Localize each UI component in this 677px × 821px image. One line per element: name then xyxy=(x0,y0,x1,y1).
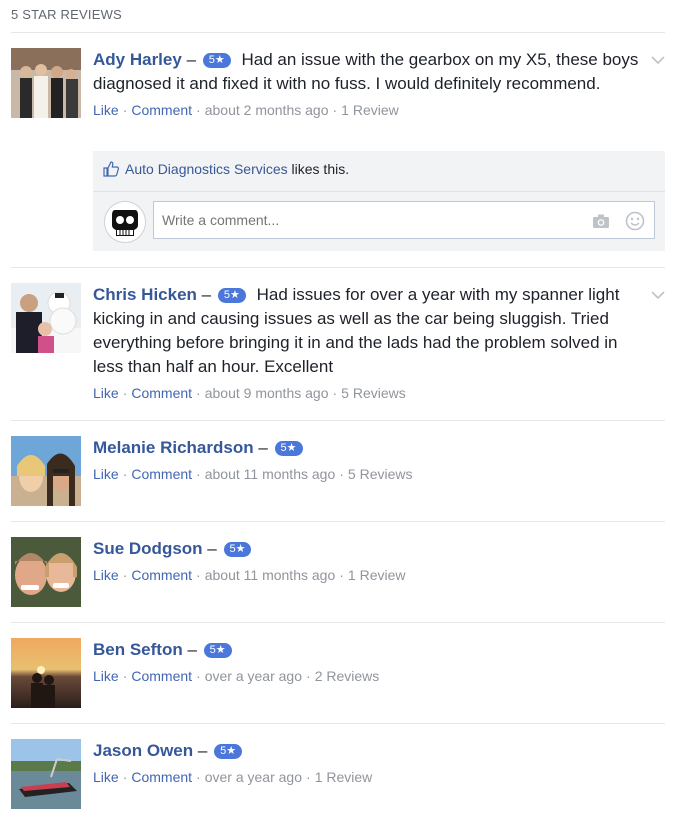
like-link[interactable]: Like xyxy=(93,385,119,401)
reviewer-name-link[interactable]: Ady Harley xyxy=(93,50,182,69)
dash: – xyxy=(201,285,212,304)
likes-and-comment-box: Auto Diagnostics Services likes this. xyxy=(93,151,665,251)
review-meta: Like · Comment · about 11 months ago · 5 Revie… xyxy=(93,466,413,482)
review-meta: Like · Comment · about 11 months ago · 1 Revie… xyxy=(93,567,406,583)
reviewer-name-link[interactable]: Sue Dodgson xyxy=(93,539,203,558)
dash: – xyxy=(197,741,208,760)
review-item: Melanie Richardson – 5★ Like · Comment · abo… xyxy=(11,421,665,522)
review-item: Ben Sefton – 5★ Like · Comment · over a year… xyxy=(11,623,665,724)
reviewer-name-link[interactable]: Ben Sefton xyxy=(93,640,183,659)
timestamp[interactable]: over a year ago xyxy=(205,668,302,684)
review-count[interactable]: 1 Review xyxy=(315,769,373,785)
review-item: Sue Dodgson – 5★ Like · Comment · about 11 m… xyxy=(11,522,665,623)
avatar-image xyxy=(11,48,81,118)
avatar[interactable] xyxy=(11,436,81,506)
rating-badge: 5★ xyxy=(223,542,252,557)
reviewer-name-link[interactable]: Melanie Richardson xyxy=(93,438,254,457)
comment-link[interactable]: Comment xyxy=(131,567,192,583)
avatar[interactable] xyxy=(11,638,81,708)
avatar[interactable] xyxy=(11,283,81,353)
dash: – xyxy=(187,640,197,659)
avatar-image xyxy=(11,283,81,353)
timestamp[interactable]: about 2 months ago xyxy=(205,102,329,118)
section-title: 5 STAR REVIEWS xyxy=(11,7,122,22)
review-meta: Like · Comment · over a year ago · 2 Reviews xyxy=(93,668,380,684)
review-text: Ben Sefton – 5★ xyxy=(93,638,645,662)
review-text: Sue Dodgson – 5★ xyxy=(93,537,645,561)
review-item: Chris Hicken – 5★ Had issues for over a … xyxy=(11,268,665,421)
avatar-image xyxy=(11,638,81,708)
review-text: Melanie Richardson – 5★ xyxy=(93,436,645,460)
review-item: Jason Owen – 5★ Like · Comment · over a year… xyxy=(11,724,665,821)
divider xyxy=(93,191,665,192)
avatar[interactable] xyxy=(11,739,81,809)
comment-link[interactable]: Comment xyxy=(131,466,192,482)
review-count[interactable]: 5 Reviews xyxy=(348,466,413,482)
comment-link[interactable]: Comment xyxy=(131,668,192,684)
timestamp[interactable]: about 9 months ago xyxy=(205,385,329,401)
review-count[interactable]: 1 Review xyxy=(341,102,399,118)
like-link[interactable]: Like xyxy=(93,567,119,583)
comment-link[interactable]: Comment xyxy=(131,385,192,401)
like-link[interactable]: Like xyxy=(93,466,119,482)
rating-badge: 5★ xyxy=(203,643,232,658)
dash: – xyxy=(258,438,268,457)
avatar-image xyxy=(11,537,81,607)
chevron-down-icon[interactable] xyxy=(651,290,665,300)
smiley-icon[interactable] xyxy=(625,211,645,231)
likes-suffix: likes this. xyxy=(291,161,350,177)
review-item: Ady Harley – 5★ Had an issue with the ge… xyxy=(11,33,665,268)
review-text: Chris Hicken – 5★ Had issues for over a … xyxy=(93,283,645,379)
review-count[interactable]: 1 Review xyxy=(348,567,406,583)
comment-link[interactable]: Comment xyxy=(131,769,192,785)
review-meta: Like · Comment · over a year ago · 1 Review xyxy=(93,769,373,785)
liked-by-page-link[interactable]: Auto Diagnostics Services xyxy=(125,161,288,177)
dash: – xyxy=(207,539,217,558)
review-meta: Like · Comment · about 2 months ago · 1 Review xyxy=(93,102,399,118)
avatar[interactable] xyxy=(11,537,81,607)
reviewer-name-link[interactable]: Chris Hicken xyxy=(93,285,197,304)
review-meta: Like · Comment · about 9 months ago · 5 Review… xyxy=(93,385,406,401)
dash: – xyxy=(186,50,197,69)
rating-badge: 5★ xyxy=(217,288,246,303)
rating-badge: 5★ xyxy=(274,441,303,456)
review-text: Jason Owen – 5★ xyxy=(93,739,645,763)
rating-badge: 5★ xyxy=(214,744,243,759)
avatar-image xyxy=(11,436,81,506)
camera-icon[interactable] xyxy=(591,211,611,231)
timestamp[interactable]: about 11 months ago xyxy=(205,466,336,482)
like-link[interactable]: Like xyxy=(93,668,119,684)
avatar-image xyxy=(11,739,81,809)
reviewer-name-link[interactable]: Jason Owen xyxy=(93,741,193,760)
like-link[interactable]: Like xyxy=(93,769,119,785)
review-count[interactable]: 5 Reviews xyxy=(341,385,406,401)
timestamp[interactable]: over a year ago xyxy=(205,769,302,785)
avatar[interactable] xyxy=(11,48,81,118)
chevron-down-icon[interactable] xyxy=(651,55,665,65)
rating-badge: 5★ xyxy=(202,53,231,68)
review-text: Ady Harley – 5★ Had an issue with the ge… xyxy=(93,48,645,96)
review-count[interactable]: 2 Reviews xyxy=(315,668,380,684)
likes-summary: Auto Diagnostics Services likes this. xyxy=(103,159,349,179)
timestamp[interactable]: about 11 months ago xyxy=(205,567,336,583)
thumbs-up-icon xyxy=(103,161,119,177)
like-link[interactable]: Like xyxy=(93,102,119,118)
comment-link[interactable]: Comment xyxy=(131,102,192,118)
commenter-avatar xyxy=(104,201,146,243)
